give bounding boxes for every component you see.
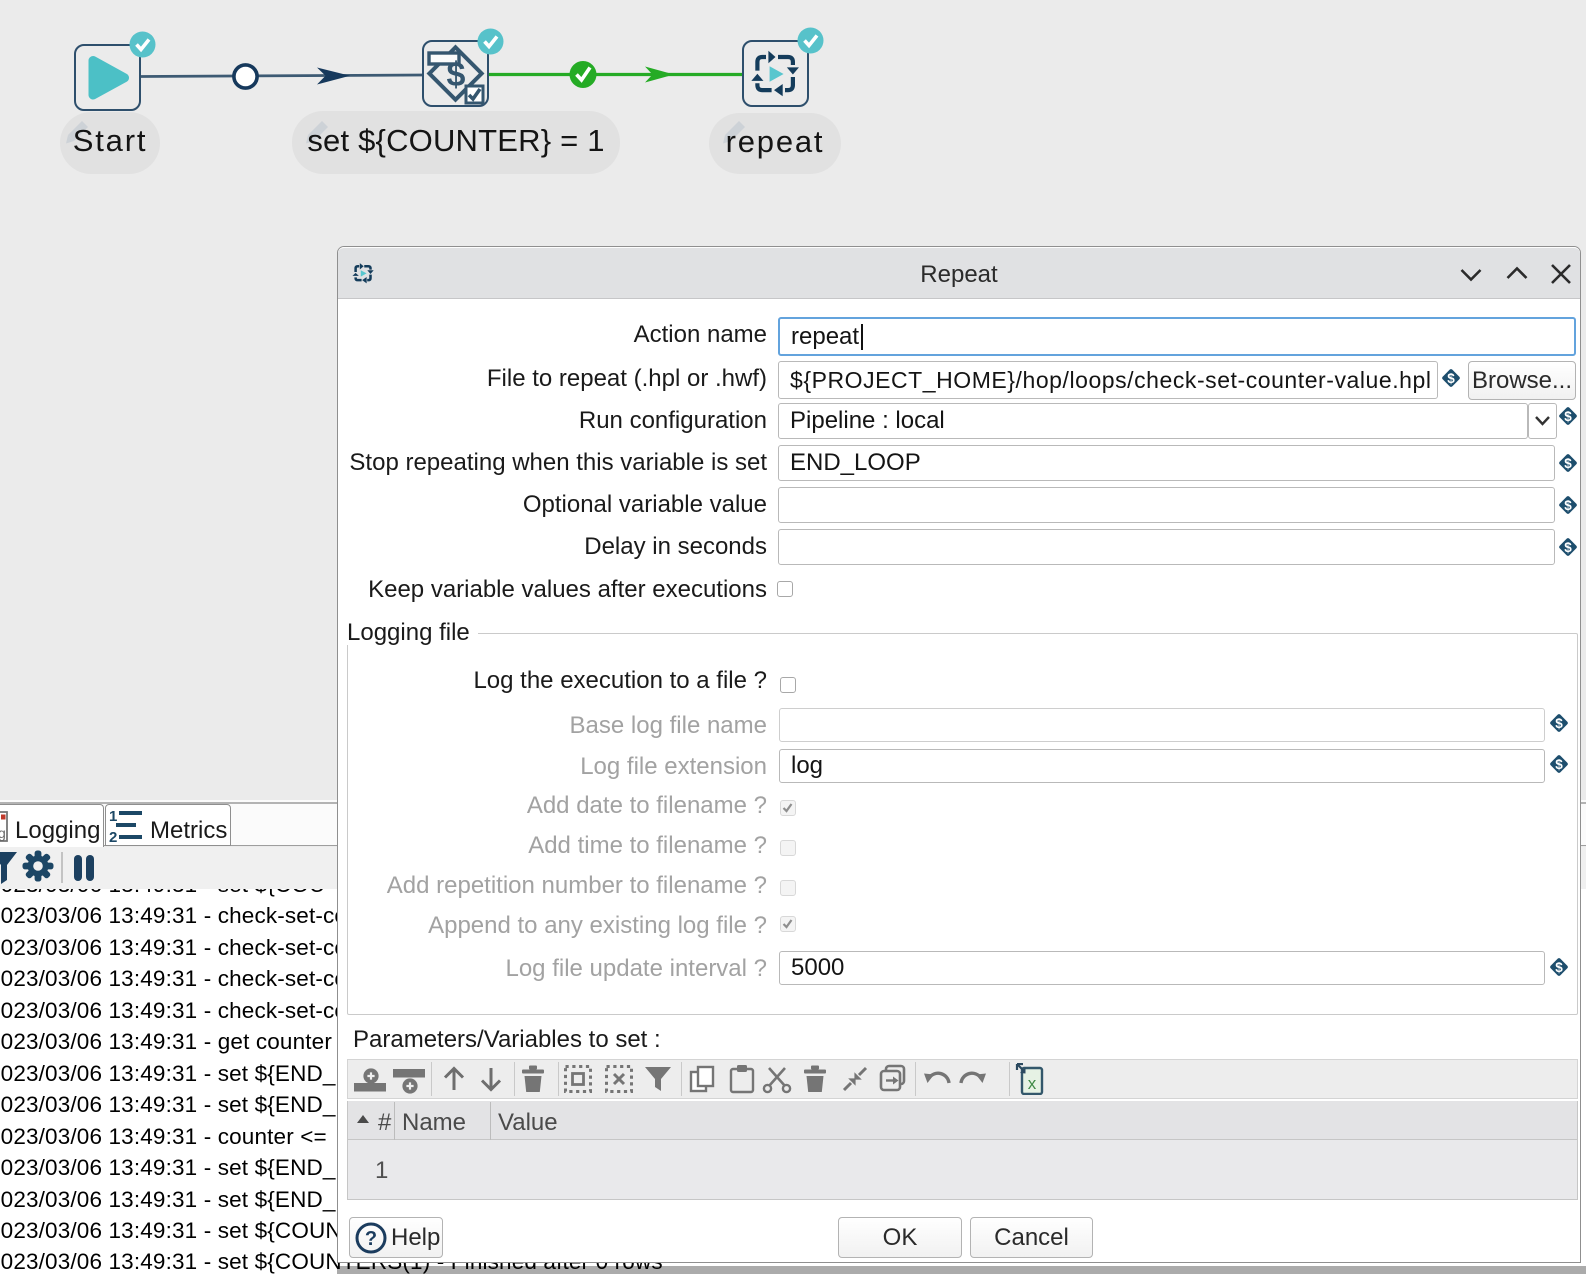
svg-text:$: $ <box>1564 456 1572 471</box>
svg-text:$: $ <box>1555 960 1563 975</box>
svg-text:$: $ <box>1564 409 1572 424</box>
svg-text:$: $ <box>447 56 466 94</box>
svg-text:1: 1 <box>109 808 117 825</box>
svg-text:x: x <box>1028 1074 1037 1093</box>
svg-text:$: $ <box>1555 716 1563 731</box>
svg-text:$: $ <box>1447 371 1455 386</box>
svg-text:2: 2 <box>109 829 117 843</box>
svg-text:$: $ <box>1564 498 1572 513</box>
svg-text:g: g <box>0 825 6 841</box>
svg-text:$: $ <box>1555 757 1563 772</box>
svg-text:$: $ <box>1564 540 1572 555</box>
svg-text:?: ? <box>365 1228 377 1250</box>
